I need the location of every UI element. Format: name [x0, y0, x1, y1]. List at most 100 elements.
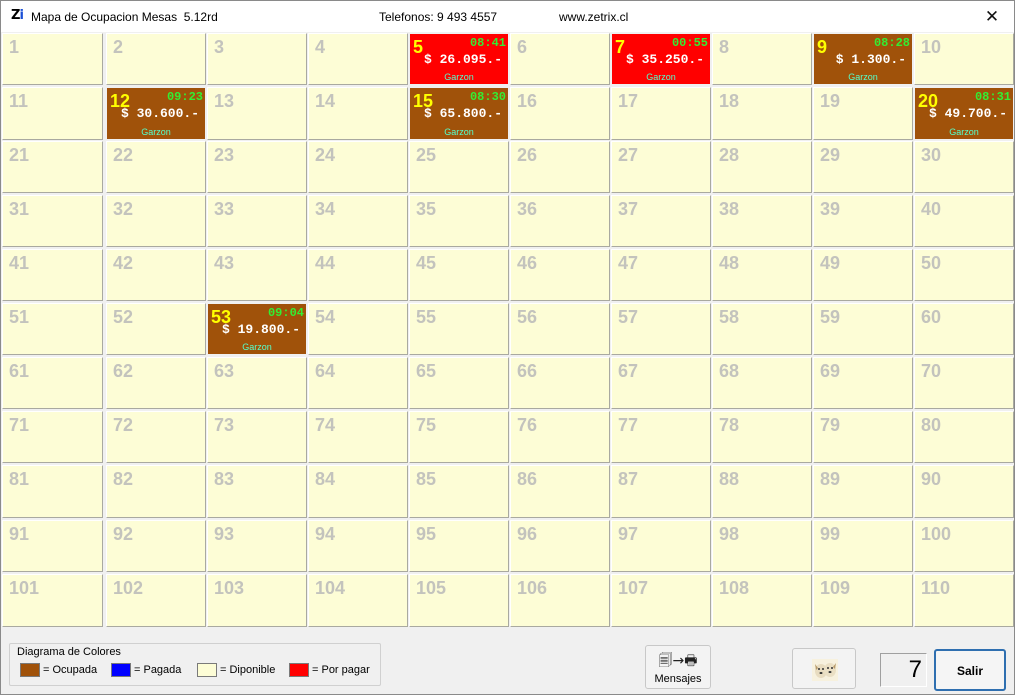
- table-cell-37[interactable]: 37: [611, 195, 711, 247]
- table-cell-50[interactable]: 50: [914, 249, 1014, 301]
- table-cell-54[interactable]: 54: [308, 303, 408, 355]
- table-cell-34[interactable]: 34: [308, 195, 408, 247]
- table-cell-61[interactable]: 61: [2, 357, 103, 409]
- table-cell-25[interactable]: 25: [409, 141, 509, 193]
- table-cell-89[interactable]: 89: [813, 465, 913, 518]
- table-cell-77[interactable]: 77: [611, 411, 711, 463]
- table-cell-79[interactable]: 79: [813, 411, 913, 463]
- table-cell-66[interactable]: 66: [510, 357, 610, 409]
- table-cell-35[interactable]: 35: [409, 195, 509, 247]
- table-cell-10[interactable]: 10: [914, 33, 1014, 85]
- table-cell-72[interactable]: 72: [106, 411, 206, 463]
- table-cell-100[interactable]: 100: [914, 520, 1014, 572]
- table-cell-5[interactable]: 5 08:41 $ 26.095.- Garzon: [409, 33, 509, 85]
- table-cell-4[interactable]: 4: [308, 33, 408, 85]
- table-cell-76[interactable]: 76: [510, 411, 610, 463]
- table-cell-64[interactable]: 64: [308, 357, 408, 409]
- table-cell-62[interactable]: 62: [106, 357, 206, 409]
- table-cell-26[interactable]: 26: [510, 141, 610, 193]
- table-cell-78[interactable]: 78: [712, 411, 812, 463]
- table-cell-105[interactable]: 105: [409, 574, 509, 627]
- table-cell-57[interactable]: 57: [611, 303, 711, 355]
- table-cell-43[interactable]: 43: [207, 249, 307, 301]
- table-cell-52[interactable]: 52: [106, 303, 206, 355]
- table-cell-102[interactable]: 102: [106, 574, 206, 627]
- table-cell-46[interactable]: 46: [510, 249, 610, 301]
- table-cell-9[interactable]: 9 08:28 $ 1.300.- Garzon: [813, 33, 913, 85]
- table-cell-63[interactable]: 63: [207, 357, 307, 409]
- table-cell-68[interactable]: 68: [712, 357, 812, 409]
- table-cell-18[interactable]: 18: [712, 87, 812, 140]
- table-cell-58[interactable]: 58: [712, 303, 812, 355]
- table-cell-90[interactable]: 90: [914, 465, 1014, 518]
- table-cell-85[interactable]: 85: [409, 465, 509, 518]
- table-cell-16[interactable]: 16: [510, 87, 610, 140]
- table-cell-29[interactable]: 29: [813, 141, 913, 193]
- close-icon[interactable]: ✕: [972, 1, 1012, 32]
- table-cell-56[interactable]: 56: [510, 303, 610, 355]
- table-cell-20[interactable]: 20 08:31 $ 49.700.- Garzon: [914, 87, 1014, 140]
- table-cell-30[interactable]: 30: [914, 141, 1014, 193]
- table-cell-40[interactable]: 40: [914, 195, 1014, 247]
- table-cell-92[interactable]: 92: [106, 520, 206, 572]
- table-cell-97[interactable]: 97: [611, 520, 711, 572]
- table-cell-3[interactable]: 3: [207, 33, 307, 85]
- table-cell-47[interactable]: 47: [611, 249, 711, 301]
- table-cell-8[interactable]: 8: [712, 33, 812, 85]
- table-cell-87[interactable]: 87: [611, 465, 711, 518]
- table-cell-94[interactable]: 94: [308, 520, 408, 572]
- table-cell-60[interactable]: 60: [914, 303, 1014, 355]
- table-cell-31[interactable]: 31: [2, 195, 103, 247]
- table-cell-38[interactable]: 38: [712, 195, 812, 247]
- table-cell-12[interactable]: 12 09:23 $ 30.600.- Garzon: [106, 87, 206, 140]
- table-cell-28[interactable]: 28: [712, 141, 812, 193]
- table-cell-65[interactable]: 65: [409, 357, 509, 409]
- salir-button[interactable]: Salir: [934, 649, 1006, 691]
- table-cell-82[interactable]: 82: [106, 465, 206, 518]
- table-cell-95[interactable]: 95: [409, 520, 509, 572]
- table-cell-91[interactable]: 91: [2, 520, 103, 572]
- table-cell-59[interactable]: 59: [813, 303, 913, 355]
- table-cell-88[interactable]: 88: [712, 465, 812, 518]
- table-cell-103[interactable]: 103: [207, 574, 307, 627]
- table-cell-96[interactable]: 96: [510, 520, 610, 572]
- table-cell-23[interactable]: 23: [207, 141, 307, 193]
- table-cell-51[interactable]: 51: [2, 303, 103, 355]
- table-cell-6[interactable]: 6: [510, 33, 610, 85]
- table-cell-13[interactable]: 13: [207, 87, 307, 140]
- table-cell-44[interactable]: 44: [308, 249, 408, 301]
- table-cell-15[interactable]: 15 08:30 $ 65.800.- Garzon: [409, 87, 509, 140]
- table-cell-101[interactable]: 101: [2, 574, 103, 627]
- table-cell-99[interactable]: 99: [813, 520, 913, 572]
- table-cell-27[interactable]: 27: [611, 141, 711, 193]
- table-cell-108[interactable]: 108: [712, 574, 812, 627]
- table-cell-36[interactable]: 36: [510, 195, 610, 247]
- table-cell-83[interactable]: 83: [207, 465, 307, 518]
- table-cell-74[interactable]: 74: [308, 411, 408, 463]
- table-cell-55[interactable]: 55: [409, 303, 509, 355]
- table-cell-93[interactable]: 93: [207, 520, 307, 572]
- table-cell-98[interactable]: 98: [712, 520, 812, 572]
- table-cell-41[interactable]: 41: [2, 249, 103, 301]
- table-cell-71[interactable]: 71: [2, 411, 103, 463]
- table-cell-67[interactable]: 67: [611, 357, 711, 409]
- table-cell-24[interactable]: 24: [308, 141, 408, 193]
- table-cell-110[interactable]: 110: [914, 574, 1014, 627]
- table-cell-69[interactable]: 69: [813, 357, 913, 409]
- table-cell-19[interactable]: 19: [813, 87, 913, 140]
- mensajes-button[interactable]: 🗐→🖶 Mensajes: [645, 645, 711, 689]
- table-cell-1[interactable]: 1: [2, 33, 103, 85]
- table-cell-33[interactable]: 33: [207, 195, 307, 247]
- table-cell-32[interactable]: 32: [106, 195, 206, 247]
- table-cell-17[interactable]: 17: [611, 87, 711, 140]
- table-cell-53[interactable]: 53 09:04 $ 19.800.- Garzon: [207, 303, 307, 355]
- table-cell-11[interactable]: 11: [2, 87, 103, 140]
- table-cell-80[interactable]: 80: [914, 411, 1014, 463]
- table-cell-22[interactable]: 22: [106, 141, 206, 193]
- table-cell-48[interactable]: 48: [712, 249, 812, 301]
- table-cell-109[interactable]: 109: [813, 574, 913, 627]
- table-cell-42[interactable]: 42: [106, 249, 206, 301]
- table-cell-84[interactable]: 84: [308, 465, 408, 518]
- table-cell-14[interactable]: 14: [308, 87, 408, 140]
- table-cell-107[interactable]: 107: [611, 574, 711, 627]
